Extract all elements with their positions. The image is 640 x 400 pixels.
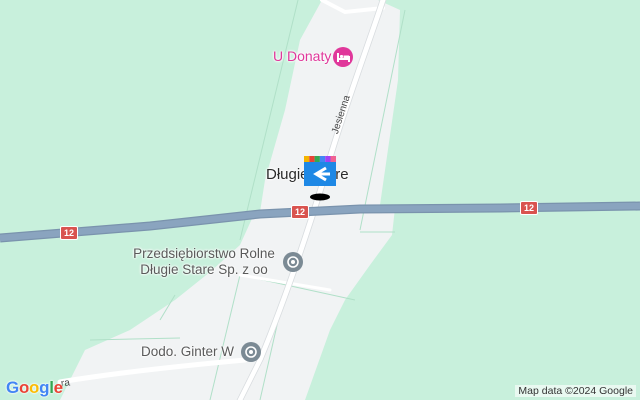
route-shield: 12 (520, 201, 539, 215)
building-icon[interactable] (241, 342, 261, 362)
bed-icon[interactable] (333, 47, 353, 67)
google-logo[interactable]: Google (6, 378, 63, 398)
train-station-icon[interactable] (304, 156, 336, 207)
google-logo-letter: o (18, 378, 30, 397)
bed-glyph (336, 53, 350, 62)
hotel-label[interactable]: U Donaty (273, 48, 331, 64)
map-attribution[interactable]: Map data ©2024 Google (515, 385, 636, 397)
company-label-line1: Przedsiębiorstwo Rolne (133, 246, 275, 261)
building-icon[interactable] (283, 252, 303, 272)
building-glyph (287, 256, 299, 268)
company-label[interactable]: Przedsiębiorstwo Rolne Długie Stare Sp. … (124, 246, 284, 278)
google-logo-letter: e (53, 378, 63, 397)
google-logo-letter: o (29, 378, 40, 397)
google-logo-letter: G (6, 378, 19, 397)
map-canvas[interactable]: U Donaty Jesienna Długie Stare 12 12 12 (0, 0, 640, 400)
google-logo-letter: g (39, 378, 50, 397)
company-label-line2: Długie Stare Sp. z oo (140, 262, 268, 277)
train-station-glyph (304, 156, 336, 201)
route-shield: 12 (60, 226, 79, 240)
company-label-2[interactable]: Dodo. Ginter W (141, 344, 234, 360)
building-glyph (245, 346, 257, 358)
route-shield: 12 (291, 205, 310, 219)
